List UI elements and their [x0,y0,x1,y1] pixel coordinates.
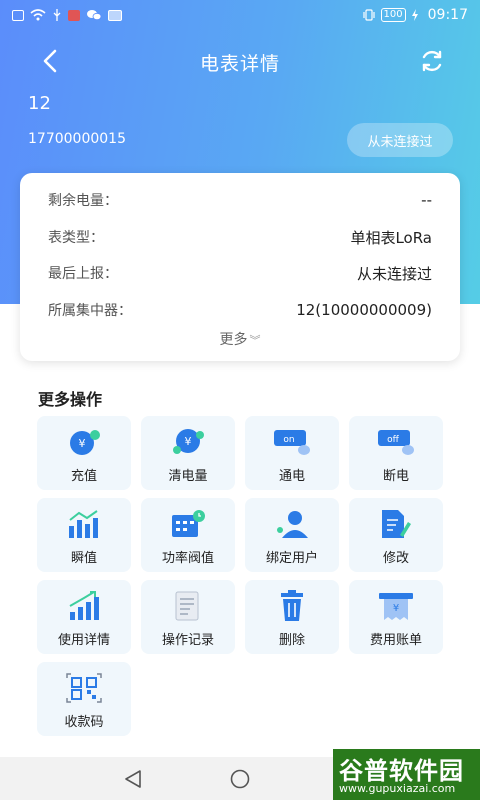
battery-level: 100 [380,8,406,22]
op-qr-code-button[interactable]: 收款码 [37,662,131,736]
yen-mark: ¥ [79,437,86,450]
info-label: 表类型： [48,230,104,246]
usage-detail-icon [69,591,99,620]
op-label: 修改 [382,551,409,566]
op-edit-button[interactable]: 修改 [349,498,443,572]
op-clear-power-button[interactable]: ¥ 清电量 [141,416,235,490]
refresh-icon [422,50,442,72]
info-row-meter-type: 表类型： 单相表LoRa [48,226,432,248]
circle-home-icon [230,769,250,789]
bill-icon: ¥ [379,593,413,620]
more-label: 更多 [219,332,248,348]
wifi-icon [30,9,46,21]
op-label: 清电量 [168,469,208,484]
op-bind-user-button[interactable]: 绑定用户 [245,498,339,572]
delete-icon [281,590,303,621]
op-label: 通电 [278,469,305,484]
recharge-icon: ¥ [70,430,100,455]
info-value: 单相表LoRa [350,228,432,247]
double-chevron-down-icon: ︾ [249,334,261,347]
device-id: 17700000015 [28,131,126,147]
watermark-title: 谷普软件园 [339,757,464,785]
info-row-last-report: 最后上报： 从未连接过 [48,262,432,284]
op-power-on-button[interactable]: on 通电 [245,416,339,490]
connection-status-badge: 从未连接过 [347,123,453,157]
charging-icon [411,9,418,21]
yen-mark: ¥ [393,603,399,614]
op-usage-detail-button[interactable]: 使用详情 [37,580,131,654]
op-delete-button[interactable]: 删除 [245,580,339,654]
app-notification-icon [68,9,80,21]
alert-icon [12,9,24,21]
operation-log-icon [175,591,199,621]
wechat-icon [87,10,102,21]
op-label: 费用账单 [369,633,422,648]
op-power-off-button[interactable]: off 断电 [349,416,443,490]
device-name: 12 [28,93,51,114]
op-operation-log-button[interactable]: 操作记录 [141,580,235,654]
bind-user-icon [277,511,308,538]
yen-mark: ¥ [185,435,192,448]
watermark-logo: 谷普软件园 www.gupuxiazai.com [333,749,480,800]
qr-code-icon [66,673,102,703]
op-bill-button[interactable]: ¥ 费用账单 [349,580,443,654]
op-power-threshold-button[interactable]: 功率阀值 [141,498,235,572]
off-text: off [387,435,400,445]
info-label: 最后上报： [48,266,118,282]
op-recharge-button[interactable]: ¥ 充值 [37,416,131,490]
page-title: 电表详情 [199,53,280,75]
section-title-more-operations: 更多操作 [38,390,103,409]
power-on-icon: on [274,430,310,455]
on-text: on [283,435,294,445]
instant-value-icon [69,510,98,538]
image-icon [108,9,122,21]
status-time: 09:17 [427,7,468,23]
op-label: 瞬值 [70,551,97,566]
op-label: 使用详情 [57,633,110,648]
clear-power-icon: ¥ [173,429,204,454]
op-label: 收款码 [64,715,104,730]
op-label: 充值 [70,469,97,484]
info-label: 所属集中器： [48,303,132,319]
vibrate-icon [362,9,375,21]
info-row-remaining-power: 剩余电量： -- [48,189,432,211]
status-bar: 100 09:17 [0,0,480,30]
watermark-url: www.gupuxiazai.com [339,782,456,795]
more-link[interactable]: 更多 ︾ [20,329,460,349]
info-row-concentrator: 所属集中器： 12(10000000009) [48,299,432,321]
op-label: 功率阀值 [161,551,214,566]
system-home-button[interactable] [229,769,251,789]
meter-info-card: 剩余电量： -- 表类型： 单相表LoRa 最后上报： 从未连接过 所属集中器：… [20,173,460,361]
power-threshold-icon [172,510,205,537]
navigation-bar: 电表详情 [0,38,480,84]
triangle-back-icon [125,770,141,788]
refresh-button[interactable] [412,44,452,78]
power-off-icon: off [378,430,414,455]
op-label: 绑定用户 [265,551,318,566]
usb-icon [53,9,61,21]
op-label: 断电 [382,469,409,484]
info-value: -- [421,191,432,209]
op-instant-value-button[interactable]: 瞬值 [37,498,131,572]
edit-icon [382,510,411,538]
info-value: 12(10000000009) [296,301,432,319]
op-label: 删除 [278,633,305,648]
op-label: 操作记录 [161,633,214,648]
system-back-button[interactable] [122,769,144,789]
info-value: 从未连接过 [356,264,432,283]
info-label: 剩余电量： [48,193,118,209]
